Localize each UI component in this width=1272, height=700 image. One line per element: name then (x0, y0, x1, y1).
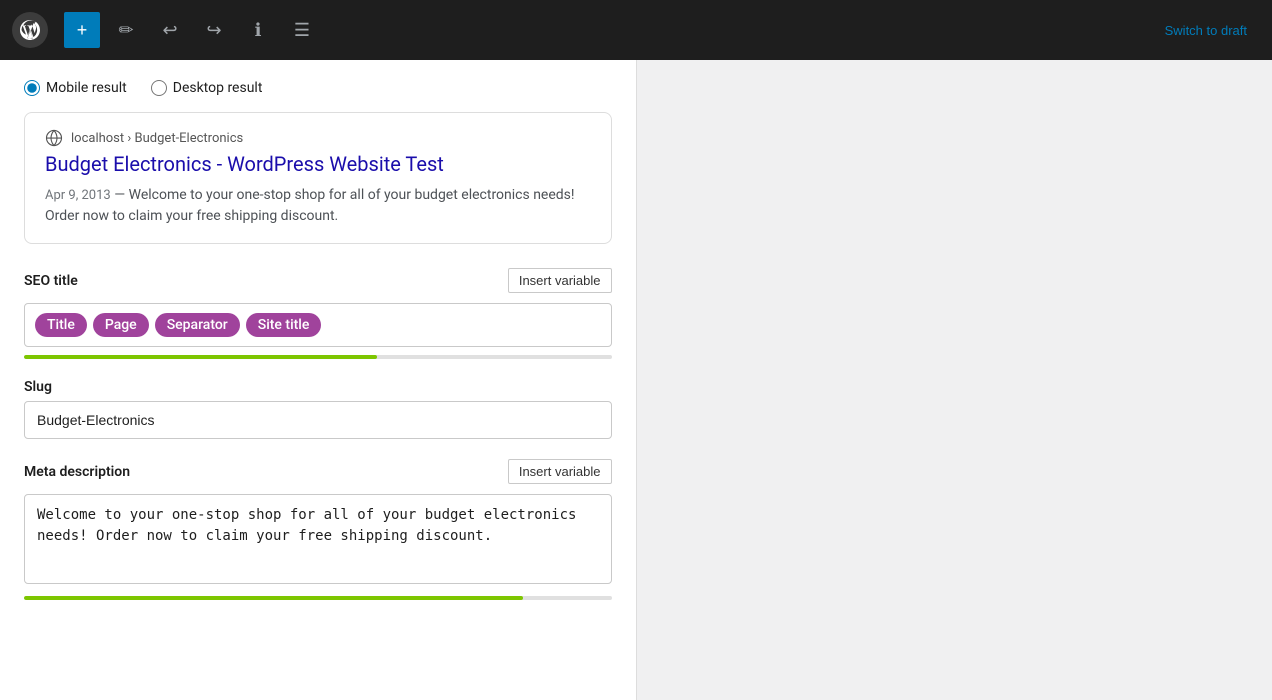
globe-icon (45, 129, 63, 147)
preview-toggle-row: Mobile result Desktop result (24, 80, 612, 96)
undo-button[interactable]: ↩ (152, 12, 188, 48)
redo-button[interactable]: ↪ (196, 12, 232, 48)
meta-description-textarea[interactable]: Welcome to your one-stop shop for all of… (24, 494, 612, 584)
wp-logo (12, 12, 48, 48)
seo-title-tag-input[interactable]: Title Page Separator Site title (24, 303, 612, 347)
slug-label: Slug (24, 379, 52, 395)
meta-description-progress-bar (24, 596, 523, 600)
meta-description-header: Meta description Insert variable (24, 459, 612, 484)
content-area: Mobile result Desktop result localhost (0, 60, 637, 700)
seo-panel: Mobile result Desktop result localhost (0, 60, 636, 640)
seo-title-insert-variable-button[interactable]: Insert variable (508, 268, 612, 293)
seo-tag-separator[interactable]: Separator (155, 313, 240, 337)
slug-header: Slug (24, 379, 612, 395)
switch-to-draft-button[interactable]: Switch to draft (1152, 16, 1260, 45)
wordpress-icon (20, 20, 40, 40)
info-button[interactable]: ℹ (240, 12, 276, 48)
pencil-icon: ✏ (118, 20, 133, 41)
meta-description-progress-bar-container (24, 596, 612, 600)
mobile-result-radio[interactable] (24, 80, 40, 96)
seo-title-progress-bar-container (24, 355, 612, 359)
right-panel (637, 60, 1272, 700)
preview-url-text: localhost › Budget-Electronics (71, 131, 243, 146)
slug-input[interactable] (24, 401, 612, 439)
seo-tag-site-title[interactable]: Site title (246, 313, 322, 337)
seo-title-progress-bar (24, 355, 377, 359)
search-preview-title[interactable]: Budget Electronics - WordPress Website T… (45, 151, 591, 177)
redo-icon: ↪ (206, 20, 221, 41)
mobile-result-radio-label[interactable]: Mobile result (24, 80, 127, 96)
meta-description-label: Meta description (24, 464, 130, 480)
list-view-button[interactable]: ☰ (284, 12, 320, 48)
info-icon: ℹ (255, 20, 262, 41)
search-preview-card: localhost › Budget-Electronics Budget El… (24, 112, 612, 244)
edit-button[interactable]: ✏ (108, 12, 144, 48)
list-icon: ☰ (294, 20, 310, 41)
seo-title-header: SEO title Insert variable (24, 268, 612, 293)
desktop-result-radio-label[interactable]: Desktop result (151, 80, 263, 96)
desktop-result-radio[interactable] (151, 80, 167, 96)
seo-tag-page[interactable]: Page (93, 313, 149, 337)
main-layout: Mobile result Desktop result localhost (0, 60, 1272, 700)
search-preview-description: Apr 9, 2013 — Welcome to your one-stop s… (45, 185, 591, 227)
search-preview-url: localhost › Budget-Electronics (45, 129, 591, 147)
undo-icon: ↩ (162, 20, 177, 41)
add-button[interactable]: + (64, 12, 100, 48)
toolbar: + ✏ ↩ ↪ ℹ ☰ Switch to draft (0, 0, 1272, 60)
meta-description-insert-variable-button[interactable]: Insert variable (508, 459, 612, 484)
seo-tag-title[interactable]: Title (35, 313, 87, 337)
seo-title-label: SEO title (24, 273, 78, 289)
